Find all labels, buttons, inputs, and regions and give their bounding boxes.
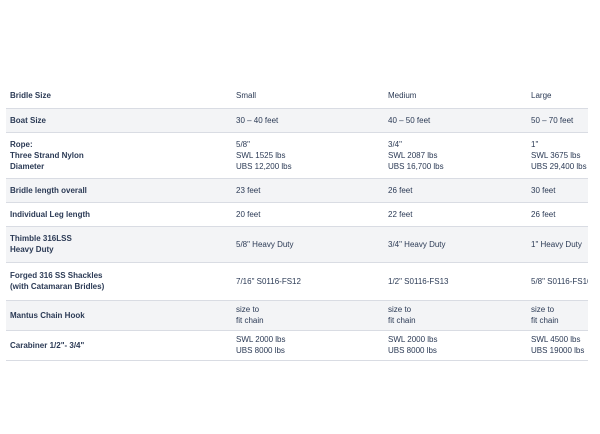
cell-medium: 26 feet [388,185,413,195]
cell-small: 20 feet [236,209,261,219]
cell-large: 26 feet [531,209,556,219]
header-large: Large [531,91,552,101]
cell-medium: 3/4" SWL 2087 lbs UBS 16,700 lbs [388,139,444,171]
table-row: Boat Size 30 – 40 feet 40 – 50 feet 50 –… [6,108,588,132]
cell-large: 1" Heavy Duty [531,239,582,249]
table-row: Rope: Three Strand Nylon Diameter 5/8" S… [6,132,588,178]
header-medium: Medium [388,91,417,101]
table-row: Forged 316 SS Shackles (with Catamaran B… [6,262,588,300]
cell-small: 30 – 40 feet [236,115,279,125]
bridle-spec-table: Bridle Size Small Medium Large Boat Size… [6,84,588,361]
cell-medium: size to fit chain [388,305,416,325]
cell-small: 7/16" S0116-FS12 [236,276,301,286]
header-bridle-size: Bridle Size [10,91,51,101]
row-label: Bridle length overall [10,185,87,195]
cell-medium: SWL 2000 lbs UBS 8000 lbs [388,335,438,355]
row-label: Forged 316 SS Shackles (with Catamaran B… [10,271,105,291]
cell-small: SWL 2000 lbs UBS 8000 lbs [236,335,286,355]
cell-medium: 22 feet [388,209,413,219]
cell-large: 5/8" S0116-FS16 [531,276,588,286]
row-label: Individual Leg length [10,209,90,219]
table-row: Individual Leg length 20 feet 22 feet 26… [6,202,588,226]
cell-small: size to fit chain [236,305,264,325]
cell-medium: 3/4" Heavy Duty [388,239,446,249]
cell-large: size to fit chain [531,305,559,325]
table-row: Carabiner 1/2"- 3/4" SWL 2000 lbs UBS 80… [6,330,588,360]
cell-small: 5/8" SWL 1525 lbs UBS 12,200 lbs [236,139,292,171]
row-label: Thimble 316LSS Heavy Duty [10,234,72,254]
cell-small: 5/8" Heavy Duty [236,239,294,249]
bridle-spec-table-container: Bridle Size Small Medium Large Boat Size… [6,84,588,361]
cell-small: 23 feet [236,185,261,195]
row-label: Mantus Chain Hook [10,310,85,320]
row-label: Boat Size [10,115,47,125]
cell-large: SWL 4500 lbs UBS 19000 lbs [531,335,585,355]
cell-large: 50 – 70 feet [531,115,574,125]
header-small: Small [236,91,257,101]
table-row: Thimble 316LSS Heavy Duty 5/8" Heavy Dut… [6,226,588,262]
table-row: Bridle length overall 23 feet 26 feet 30… [6,178,588,202]
cell-large: 1" SWL 3675 lbs UBS 29,400 lbs [531,139,587,171]
row-label: Carabiner 1/2"- 3/4" [10,340,85,350]
table-row: Mantus Chain Hook size to fit chain size… [6,300,588,330]
row-label: Rope: Three Strand Nylon Diameter [10,139,84,171]
cell-medium: 40 – 50 feet [388,115,431,125]
cell-medium: 1/2" S0116-FS13 [388,276,449,286]
cell-large: 30 feet [531,185,556,195]
table-header-row: Bridle Size Small Medium Large [6,84,588,108]
